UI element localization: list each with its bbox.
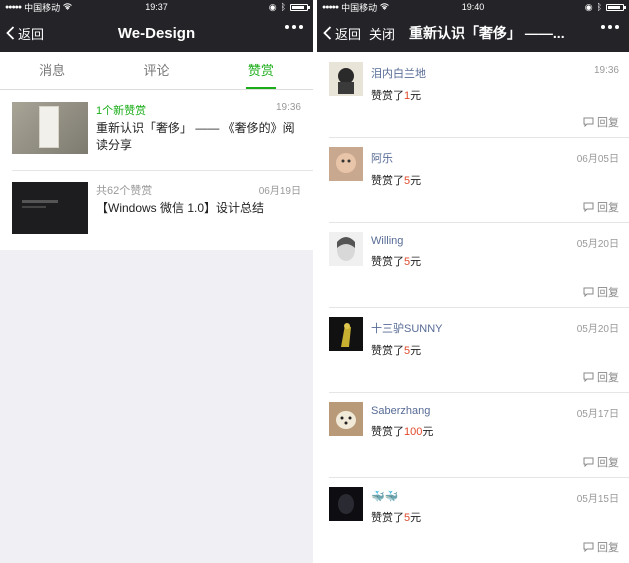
reward-amount: 赞赏了1元	[371, 90, 422, 102]
close-button[interactable]: 关闭	[369, 24, 395, 43]
comment-icon	[583, 202, 594, 212]
status-bar: ●●●●● 中国移动 19:40 ◉ ᛒ	[317, 0, 629, 14]
status-time: 19:40	[461, 2, 485, 12]
reward-row: Saberzhang 赞赏了100元 05月17日 回复	[317, 392, 629, 477]
reward-amount: 赞赏了5元	[371, 175, 422, 187]
back-label: 返回	[18, 26, 45, 42]
chevron-left-icon	[323, 26, 332, 40]
comment-icon	[583, 542, 594, 552]
reward-time: 19:36	[593, 65, 619, 76]
tab-messages[interactable]: 消息	[0, 52, 104, 89]
reward-time: 05月15日	[576, 494, 619, 505]
reward-row: 泪内白兰地 赞赏了1元 19:36 回复	[317, 52, 629, 137]
carrier-label: 中国移动	[341, 2, 378, 13]
bluetooth-icon: ᛒ	[596, 2, 602, 12]
article-title: 【Windows 微信 1.0】设计总结	[96, 201, 265, 215]
wifi-icon	[380, 2, 389, 12]
empty-area	[0, 250, 313, 563]
reward-row: Willing 赞赏了5元 05月20日 回复	[317, 222, 629, 307]
article-list: 1个新赞赏 19:36 重新认识「奢侈」 —— 《奢侈的》阅读分享 共62个赞赏…	[0, 90, 313, 250]
more-icon[interactable]	[285, 25, 303, 29]
item-time: 19:36	[275, 102, 301, 113]
avatar[interactable]	[329, 232, 363, 266]
tab-comments[interactable]: 评论	[104, 52, 208, 89]
reward-count: 共62个赞赏	[96, 185, 153, 197]
reward-count: 1个新赞赏	[96, 105, 147, 117]
reply-button[interactable]: 回复	[583, 539, 619, 555]
reply-button[interactable]: 回复	[583, 114, 619, 130]
more-icon[interactable]	[601, 25, 619, 29]
comment-icon	[583, 372, 594, 382]
comment-icon	[583, 117, 594, 127]
nav-bar: 返回 关闭 重新认识「奢侈」 ——...	[317, 14, 629, 52]
reply-button[interactable]: 回复	[583, 454, 619, 470]
article-thumbnail	[12, 182, 88, 234]
battery-icon	[290, 3, 310, 11]
avatar[interactable]	[329, 62, 363, 96]
user-name[interactable]: 泪内白兰地	[371, 65, 619, 81]
reply-button[interactable]: 回复	[583, 284, 619, 300]
reward-amount: 赞赏了5元	[371, 345, 422, 357]
reward-row: 十三驴SUNNY 赞赏了5元 05月20日 回复	[317, 307, 629, 392]
list-item[interactable]: 1个新赞赏 19:36 重新认识「奢侈」 —— 《奢侈的》阅读分享	[0, 90, 313, 170]
wifi-icon	[63, 2, 72, 12]
back-button[interactable]: 返回	[323, 24, 361, 43]
avatar[interactable]	[329, 487, 363, 521]
avatar[interactable]	[329, 402, 363, 436]
reward-amount: 赞赏了5元	[371, 256, 422, 268]
comment-icon	[583, 287, 594, 297]
bluetooth-icon: ᛒ	[280, 2, 286, 12]
reward-amount: 赞赏了100元	[371, 426, 434, 438]
page-title: We-Design	[117, 24, 196, 42]
item-time: 06月19日	[258, 186, 301, 197]
comment-icon	[583, 457, 594, 467]
status-time: 19:37	[145, 2, 168, 12]
article-title: 重新认识「奢侈」 —— 《奢侈的》阅读分享	[96, 121, 295, 152]
tab-bar: 消息 评论 赞赏	[0, 52, 313, 90]
reward-time: 05月20日	[576, 239, 619, 250]
nav-bar: 返回 We-Design	[0, 14, 313, 52]
carrier-label: 中国移动	[24, 2, 61, 13]
avatar[interactable]	[329, 147, 363, 181]
battery-icon	[606, 3, 626, 11]
signal-icon: ●●●●●	[322, 3, 339, 11]
reward-row: 阿乐 赞赏了5元 06月05日 回复	[317, 137, 629, 222]
chevron-left-icon	[6, 26, 15, 40]
back-button[interactable]: 返回	[6, 24, 44, 43]
reward-time: 05月20日	[576, 324, 619, 335]
list-item[interactable]: 共62个赞赏 06月19日 【Windows 微信 1.0】设计总结	[0, 170, 313, 250]
right-screen: ●●●●● 中国移动 19:40 ◉ ᛒ 返回 关闭 重新认识「奢侈」 ——..…	[317, 0, 629, 563]
reward-row: 🐳🐳 赞赏了5元 05月15日 回复	[317, 477, 629, 562]
reply-button[interactable]: 回复	[583, 199, 619, 215]
avatar[interactable]	[329, 317, 363, 351]
alarm-icon: ◉	[268, 1, 277, 12]
reward-time: 05月17日	[576, 409, 619, 420]
whale-icon: 🐳🐳	[371, 491, 399, 503]
left-screen: ●●●●● 中国移动 19:37 ◉ ᛒ 返回 We-Design 消息 评论 …	[0, 0, 313, 563]
signal-icon: ●●●●●	[5, 3, 22, 11]
reply-button[interactable]: 回复	[583, 369, 619, 385]
status-bar: ●●●●● 中国移动 19:37 ◉ ᛒ	[0, 0, 313, 14]
reward-amount: 赞赏了5元	[371, 512, 422, 524]
page-title: 重新认识「奢侈」 ——...	[409, 25, 565, 41]
article-thumbnail	[12, 102, 88, 154]
tab-rewards[interactable]: 赞赏	[209, 52, 313, 89]
reward-list: 泪内白兰地 赞赏了1元 19:36 回复 阿乐 赞赏了5元 06月05日 回复 …	[317, 52, 629, 562]
reward-time: 06月05日	[576, 154, 619, 165]
alarm-icon: ◉	[584, 1, 593, 12]
back-label: 返回	[335, 26, 362, 42]
